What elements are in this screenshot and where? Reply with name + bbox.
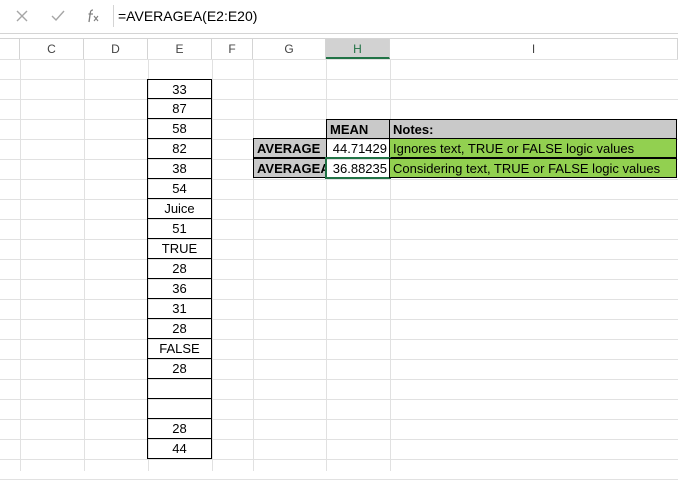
formula-bar: =AVERAGEA(E2:E20) bbox=[0, 0, 678, 34]
column-e-cell[interactable]: 58 bbox=[147, 119, 212, 139]
formula-input[interactable]: =AVERAGEA(E2:E20) bbox=[118, 6, 257, 26]
column-header-g[interactable]: G bbox=[253, 39, 326, 59]
column-header-c[interactable]: C bbox=[20, 39, 84, 59]
check-icon[interactable] bbox=[48, 6, 68, 26]
column-e-cell[interactable]: 36 bbox=[147, 279, 212, 299]
column-header-i[interactable]: I bbox=[390, 39, 678, 59]
column-e-cell[interactable]: 33 bbox=[147, 79, 212, 99]
column-e-cell[interactable]: FALSE bbox=[147, 339, 212, 359]
column-e-cell[interactable]: Juice bbox=[147, 199, 212, 219]
column-header-d[interactable]: D bbox=[84, 39, 148, 59]
mean-header-cell[interactable]: MEAN bbox=[326, 119, 390, 139]
average-note-cell[interactable]: Ignores text, TRUE or FALSE logic values bbox=[389, 138, 677, 158]
average-label-cell[interactable]: AVERAGE bbox=[253, 138, 327, 158]
fx-icon[interactable] bbox=[84, 6, 104, 26]
column-header-f[interactable]: F bbox=[212, 39, 253, 59]
column-e-cell[interactable]: 44 bbox=[147, 439, 212, 459]
column-e-cell[interactable]: 82 bbox=[147, 139, 212, 159]
averagea-label-cell[interactable]: AVERAGEA bbox=[253, 158, 327, 178]
formula-bar-divider bbox=[113, 5, 114, 27]
notes-header-cell[interactable]: Notes: bbox=[389, 119, 677, 139]
column-e-cell[interactable] bbox=[147, 399, 212, 419]
average-value-cell[interactable]: 44.71429 bbox=[326, 138, 390, 158]
worksheet-grid[interactable]: 33 87 58 82 38 54 Juice 51 TRUE 28 36 31 28 FALSE 28 28… bbox=[0, 59, 678, 480]
averagea-value-cell[interactable]: 36.88235 bbox=[325, 157, 391, 179]
column-header-row: C D E F G H I bbox=[0, 38, 678, 60]
averagea-note-cell[interactable]: Considering text, TRUE or FALSE logic va… bbox=[389, 158, 677, 178]
column-e-cell[interactable]: 28 bbox=[147, 419, 212, 439]
column-e-cell[interactable]: 28 bbox=[147, 359, 212, 379]
column-e-cell[interactable]: 54 bbox=[147, 179, 212, 199]
select-all-corner[interactable] bbox=[0, 39, 20, 59]
column-e-cell[interactable] bbox=[147, 379, 212, 399]
column-e-cell[interactable]: TRUE bbox=[147, 239, 212, 259]
column-e-cell[interactable]: 87 bbox=[147, 99, 212, 119]
column-e-cell[interactable]: 51 bbox=[147, 219, 212, 239]
column-e-cell[interactable]: 31 bbox=[147, 299, 212, 319]
column-e-cell[interactable]: 38 bbox=[147, 159, 212, 179]
close-icon[interactable] bbox=[12, 6, 32, 26]
column-e-cell[interactable]: 28 bbox=[147, 259, 212, 279]
column-e-cell[interactable]: 28 bbox=[147, 319, 212, 339]
column-header-h[interactable]: H bbox=[326, 39, 390, 59]
column-header-e[interactable]: E bbox=[148, 39, 212, 59]
